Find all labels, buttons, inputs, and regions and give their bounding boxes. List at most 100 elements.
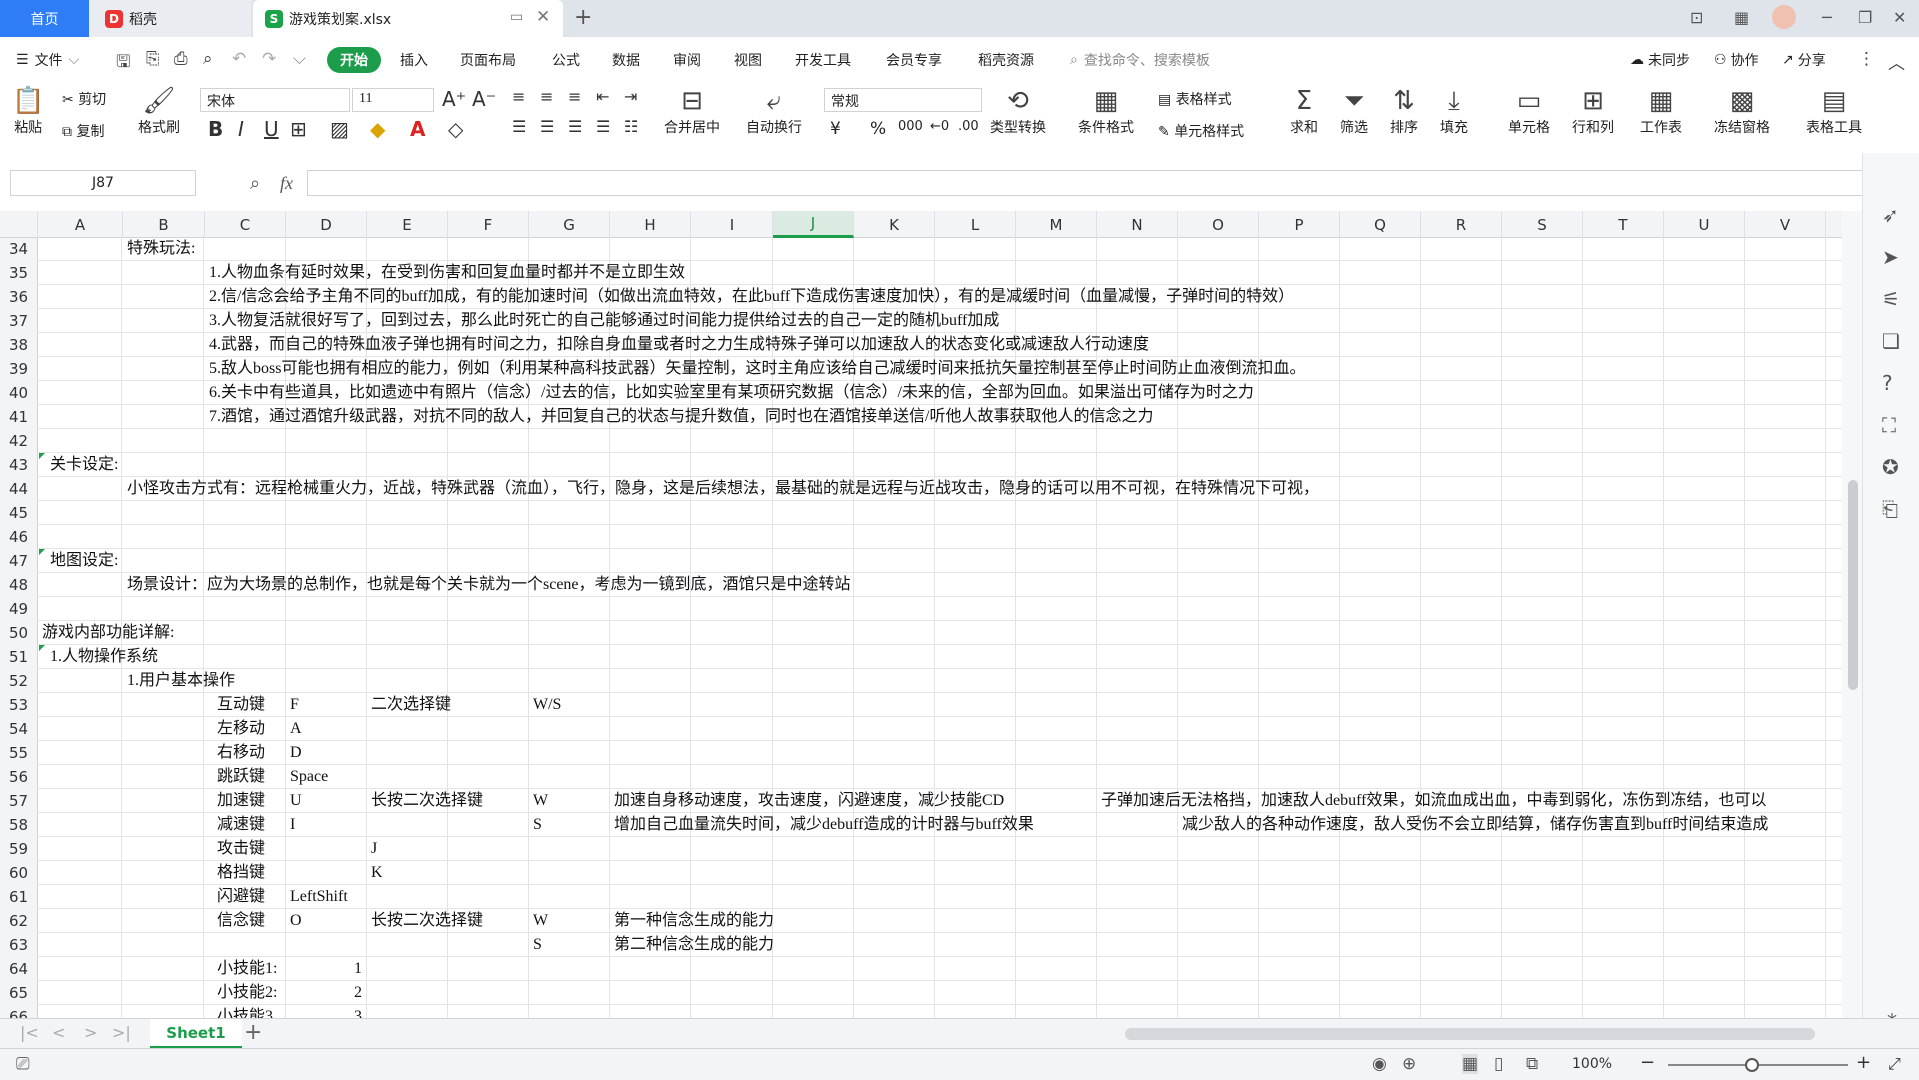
cell-b34[interactable]: 特殊玩法:	[127, 238, 195, 260]
row-header[interactable]: 35	[0, 261, 38, 285]
border-icon[interactable]: ⊞	[290, 117, 307, 141]
column-header-r[interactable]: R	[1421, 211, 1502, 238]
add-sheet-icon[interactable]: +	[244, 1020, 262, 1045]
align-middle-icon[interactable]: ≡	[540, 87, 553, 106]
menu-data[interactable]: 数据	[612, 47, 640, 73]
column-header-p[interactable]: P	[1259, 211, 1340, 238]
copy-button[interactable]: ⧉ 复制	[62, 121, 104, 141]
row-header[interactable]: 42	[0, 429, 38, 453]
compass-icon[interactable]: ✪	[1882, 455, 1899, 479]
cell-c57[interactable]: 加速键	[217, 790, 265, 812]
cell-c66[interactable]: 小技能3	[217, 1006, 273, 1018]
cell-a43[interactable]: 关卡设定:	[50, 454, 118, 476]
cell-c59[interactable]: 攻击键	[217, 838, 265, 860]
command-search[interactable]: ⌕ 查找命令、搜索模板	[1070, 47, 1210, 73]
cell-style-button[interactable]: ✎ 单元格样式	[1158, 121, 1244, 141]
cell-g63[interactable]: S	[533, 934, 542, 956]
column-header-c[interactable]: C	[205, 211, 286, 238]
undo-icon[interactable]: ↶	[232, 49, 246, 69]
cell-c53[interactable]: 互动键	[217, 694, 265, 716]
column-header-k[interactable]: K	[854, 211, 935, 238]
sum-button[interactable]: Σ 求和	[1290, 85, 1318, 137]
redo-icon[interactable]: ↷	[262, 49, 276, 69]
next-sheet-icon[interactable]: >	[84, 1023, 97, 1042]
column-header-b[interactable]: B	[123, 211, 205, 238]
indent-decrease-icon[interactable]: ⇤	[596, 87, 609, 106]
row-header[interactable]: 61	[0, 885, 38, 909]
comment-marker[interactable]	[39, 549, 45, 555]
zoom-formula-icon[interactable]: ⌕	[250, 173, 260, 194]
cell-c65[interactable]: 小技能2:	[217, 982, 277, 1004]
eye-protection-icon[interactable]: ◉	[1372, 1054, 1387, 1074]
number-format-select[interactable]: 常规	[824, 88, 982, 112]
cell-h62[interactable]: 第一种信念生成的能力	[614, 910, 774, 932]
cell-c41[interactable]: 7.酒馆，通过酒馆升级武器，对抗不同的敌人，并回复自己的状态与提升数值，同时也在…	[209, 406, 1153, 428]
increase-font-icon[interactable]: A⁺	[442, 87, 466, 111]
cell-c56[interactable]: 跳跃键	[217, 766, 265, 788]
cell-c61[interactable]: 闪避键	[217, 886, 265, 908]
cell-o58[interactable]: 减少敌人的各种动作速度，敌人受伤不会立即结算，储存伤害直到buff时间结束造成	[1182, 814, 1768, 836]
cell-a51[interactable]: 1.人物操作系统	[50, 646, 158, 668]
row-header[interactable]: 51	[0, 645, 38, 669]
row-header[interactable]: 47	[0, 549, 38, 573]
apps-grid-icon[interactable]: ▦	[1734, 8, 1749, 27]
row-header[interactable]: 36	[0, 285, 38, 309]
page-view-icon[interactable]: ▯	[1494, 1054, 1503, 1074]
decrease-decimal-icon[interactable]: .00	[958, 119, 979, 134]
clear-format-icon[interactable]: ◇	[448, 117, 463, 141]
percent-button[interactable]: %	[870, 119, 886, 139]
zoom-in-icon[interactable]: +	[1856, 1052, 1871, 1073]
worksheet-button[interactable]: ▦ 工作表	[1640, 85, 1682, 137]
row-header[interactable]: 56	[0, 765, 38, 789]
table-tools-button[interactable]: ▤ 表格工具	[1806, 85, 1862, 137]
row-header[interactable]: 37	[0, 309, 38, 333]
avatar[interactable]	[1772, 5, 1796, 29]
cell-h58[interactable]: 增加自己血量流失时间，减少debuff造成的计时器与buff效果	[614, 814, 1034, 836]
column-header-u[interactable]: U	[1664, 211, 1745, 238]
fill-button[interactable]: ⤓ 填充	[1440, 85, 1468, 137]
cell-c60[interactable]: 格挡键	[217, 862, 265, 884]
row-col-button[interactable]: ⊞ 行和列	[1572, 85, 1614, 137]
cell-c40[interactable]: 6.关卡中有些道具，比如遗迹中有照片（信念）/过去的信，比如实验室里有某项研究数…	[209, 382, 1254, 404]
cell-e62[interactable]: 长按二次选择键	[371, 910, 483, 932]
menu-member[interactable]: 会员专享	[886, 47, 942, 73]
column-header-i[interactable]: I	[692, 211, 773, 238]
cell-b44[interactable]: 小怪攻击方式有：远程枪械重火力，近战，特殊武器（流血），飞行，隐身，这是后续想法…	[127, 478, 1319, 500]
row-header[interactable]: 38	[0, 333, 38, 357]
menu-view[interactable]: 视图	[734, 47, 762, 73]
column-header-f[interactable]: F	[448, 211, 529, 238]
row-header[interactable]: 48	[0, 573, 38, 597]
cell-e59[interactable]: J	[371, 838, 377, 860]
cell-d56[interactable]: Space	[290, 766, 328, 788]
print-icon[interactable]: ⎙	[174, 49, 188, 69]
row-header[interactable]: 41	[0, 405, 38, 429]
sync-status[interactable]: ☁ 未同步	[1630, 47, 1690, 73]
cell-c64[interactable]: 小技能1:	[217, 958, 277, 980]
fullscreen-icon[interactable]: ⤢	[1888, 1054, 1901, 1074]
fx-icon[interactable]: fx	[280, 173, 293, 194]
row-header[interactable]: 65	[0, 981, 38, 1005]
cell-g62[interactable]: W	[533, 910, 548, 932]
menu-insert[interactable]: 插入	[400, 47, 428, 73]
collaborate-button[interactable]: ⚇ 协作	[1714, 47, 1759, 73]
align-top-icon[interactable]: ≡	[512, 87, 525, 106]
cell-c55[interactable]: 右移动	[217, 742, 265, 764]
row-header[interactable]: 40	[0, 381, 38, 405]
row-header[interactable]: 59	[0, 837, 38, 861]
wrap-text-button[interactable]: ⤶ 自动换行	[746, 85, 802, 137]
row-header[interactable]: 55	[0, 741, 38, 765]
add-tab-icon[interactable]: +	[574, 5, 592, 30]
tab-close-icon[interactable]: ✕	[536, 7, 550, 27]
minimize-icon[interactable]: ─	[1822, 8, 1832, 27]
print-preview-icon[interactable]: ⌕	[203, 49, 213, 69]
cell-d55[interactable]: D	[290, 742, 302, 764]
settings-sliders-icon[interactable]: ⚟	[1882, 287, 1900, 311]
row-header[interactable]: 50	[0, 621, 38, 645]
column-header-d[interactable]: D	[286, 211, 367, 238]
column-header-t[interactable]: T	[1583, 211, 1664, 238]
cell-c39[interactable]: 5.敌人boss可能也拥有相应的能力，例如（利用某种高科技武器）矢量控制，这时主…	[209, 358, 1305, 380]
zoom-slider-knob[interactable]	[1745, 1058, 1759, 1072]
share-button[interactable]: ↗ 分享	[1782, 47, 1826, 73]
fill-color-icon[interactable]: ◆	[370, 117, 385, 141]
font-size-select[interactable]: 11	[352, 88, 434, 112]
